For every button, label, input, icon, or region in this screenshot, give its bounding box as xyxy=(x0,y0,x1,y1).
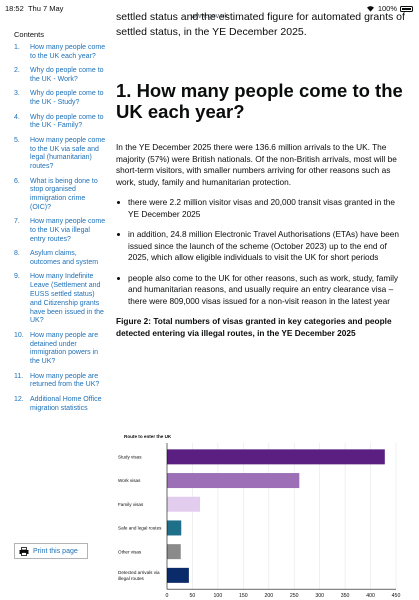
contents-item-5[interactable]: 5. How many people come to the UK via saf… xyxy=(14,137,106,172)
main-content: settled status and the estimated figure … xyxy=(116,11,406,339)
contents-item-link[interactable]: How many Indefinite Leave (Settlement an… xyxy=(30,273,106,326)
bullet-list: there were 2.2 million visitor visas and… xyxy=(116,197,406,307)
contents-item-4[interactable]: 4. Why do people come to the UK - Family? xyxy=(14,114,106,132)
status-time: 18:52 Thu 7 May xyxy=(5,4,64,13)
contents-item-number: 5. xyxy=(14,136,20,144)
contents-item-link[interactable]: How many people are detained under immig… xyxy=(30,332,106,367)
bar-detected-arrivals-via-illegal-routes xyxy=(167,567,189,583)
bullet-item: people also come to the UK for other rea… xyxy=(116,273,406,308)
contents-item-number: 9. xyxy=(14,273,20,281)
x-tick-label: 250 xyxy=(290,593,299,598)
contents-list: 1. How many people come to the UK each ye… xyxy=(14,44,106,413)
contents-item-number: 3. xyxy=(14,90,20,98)
category-label: Study visas xyxy=(118,454,142,459)
bullet-item: there were 2.2 million visitor visas and… xyxy=(116,197,406,220)
contents-sidebar: Contents 1. How many people come to the U… xyxy=(14,30,106,419)
intro-paragraph: In the YE December 2025 there were 136.6… xyxy=(116,142,397,187)
x-tick-label: 200 xyxy=(264,593,273,598)
x-tick-label: 350 xyxy=(341,593,350,598)
print-page-label: Print this page xyxy=(33,547,78,555)
x-tick-label: 50 xyxy=(190,593,196,598)
contents-item-link[interactable]: Additional Home Office migration statist… xyxy=(30,396,106,414)
bullet-item: in addition, 24.8 million Electronic Tra… xyxy=(116,229,406,264)
contents-item-link[interactable]: How many people are returned from the UK… xyxy=(30,373,106,391)
contents-item-number: 8. xyxy=(14,250,20,258)
contents-item-link[interactable]: How many people come to the UK via illeg… xyxy=(30,218,106,244)
contents-item-6[interactable]: 6. What is being done to stop organised i… xyxy=(14,178,106,213)
category-label: Safe and legal routes xyxy=(118,526,162,531)
contents-item-12[interactable]: 12. Additional Home Office migration stat… xyxy=(14,396,106,414)
category-label: illegal routes xyxy=(118,576,144,581)
contents-item-2[interactable]: 2. Why do people come to the UK - Work? xyxy=(14,67,106,85)
contents-item-number: 12. xyxy=(14,395,24,403)
bar-safe-and-legal-routes xyxy=(167,520,182,536)
contents-item-link[interactable]: How many people come to the UK via safe … xyxy=(30,137,106,172)
print-page-button[interactable]: Print this page xyxy=(14,543,88,559)
contents-item-link[interactable]: How many people come to the UK each year… xyxy=(30,44,106,62)
contents-item-link[interactable]: Why do people come to the UK - Study? xyxy=(30,90,106,108)
y-axis-title: Route to enter the UK xyxy=(124,434,172,439)
x-tick-label: 400 xyxy=(366,593,375,598)
x-tick-label: 150 xyxy=(239,593,248,598)
category-label: Other visas xyxy=(118,549,142,554)
category-label: Work visas xyxy=(118,478,141,483)
contents-item-3[interactable]: 3. Why do people come to the UK - Study? xyxy=(14,90,106,108)
contents-item-number: 11. xyxy=(14,372,24,380)
contents-item-number: 1. xyxy=(14,44,20,51)
previous-section-text: settled status and the estimated figure … xyxy=(116,11,405,38)
figure-title: Figure 2: Total numbers of visas granted… xyxy=(116,316,392,338)
contents-item-number: 4. xyxy=(14,113,20,121)
category-label: Detected arrivals via xyxy=(118,570,160,575)
x-tick-label: 450 xyxy=(392,593,401,598)
chart-svg: Route to enter the UK 0 50 100 150 200 250 300 3… xyxy=(118,434,401,598)
x-tick-label: 300 xyxy=(315,593,324,598)
bar-study-visas xyxy=(167,449,385,465)
bar-family-visas xyxy=(167,496,201,512)
contents-item-1[interactable]: 1. How many people come to the UK each ye… xyxy=(14,44,106,62)
contents-item-link[interactable]: Why do people come to the UK - Work? xyxy=(30,67,106,85)
contents-item-9[interactable]: 9. How many Indefinite Leave (Settlement … xyxy=(14,273,106,326)
x-tick-label: 100 xyxy=(214,593,223,598)
contents-item-number: 6. xyxy=(14,177,20,185)
visas-bar-chart: Route to enter the UK 0 50 100 150 200 250 300 3… xyxy=(116,428,406,598)
x-tick-label: 0 xyxy=(166,593,169,598)
contents-item-11[interactable]: 11. How many people are returned from the… xyxy=(14,373,106,391)
bar-work-visas xyxy=(167,473,300,489)
category-label: Family visas xyxy=(118,502,144,507)
contents-item-link[interactable]: What is being done to stop organised imm… xyxy=(30,178,106,213)
contents-item-8[interactable]: 8. Asylum claims, outcomes and system xyxy=(14,250,106,268)
bar-other-visas xyxy=(167,544,181,560)
contents-item-7[interactable]: 7. How many people come to the UK via ill… xyxy=(14,218,106,244)
section-heading: 1. How many people come to the UK each y… xyxy=(116,80,403,122)
contents-item-number: 10. xyxy=(14,331,24,339)
contents-item-link[interactable]: Asylum claims, outcomes and system xyxy=(30,250,106,268)
contents-item-number: 2. xyxy=(14,67,20,75)
printer-icon xyxy=(19,546,29,556)
contents-title: Contents xyxy=(14,30,45,39)
contents-item-link[interactable]: Why do people come to the UK - Family? xyxy=(30,114,106,132)
contents-item-10[interactable]: 10. How many people are detained under im… xyxy=(14,332,106,367)
contents-item-number: 7. xyxy=(14,218,20,226)
